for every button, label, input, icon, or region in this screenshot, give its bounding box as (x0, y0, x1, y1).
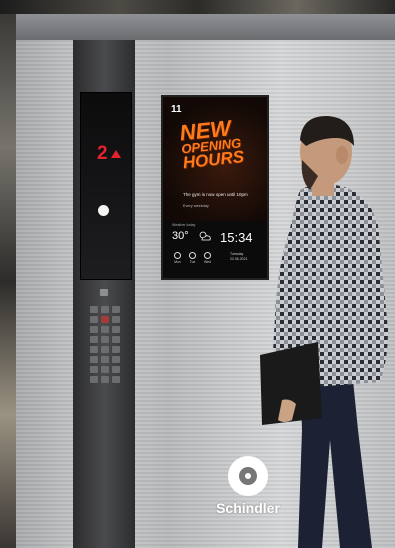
elevator-scene: 2 11 NEW OPENING HOURS The gym is now op… (0, 0, 395, 548)
schindler-logo-icon (228, 456, 268, 496)
man-with-folder (260, 115, 388, 548)
brand-name: Schindler (216, 500, 280, 516)
schindler-branding: Schindler (206, 456, 290, 516)
